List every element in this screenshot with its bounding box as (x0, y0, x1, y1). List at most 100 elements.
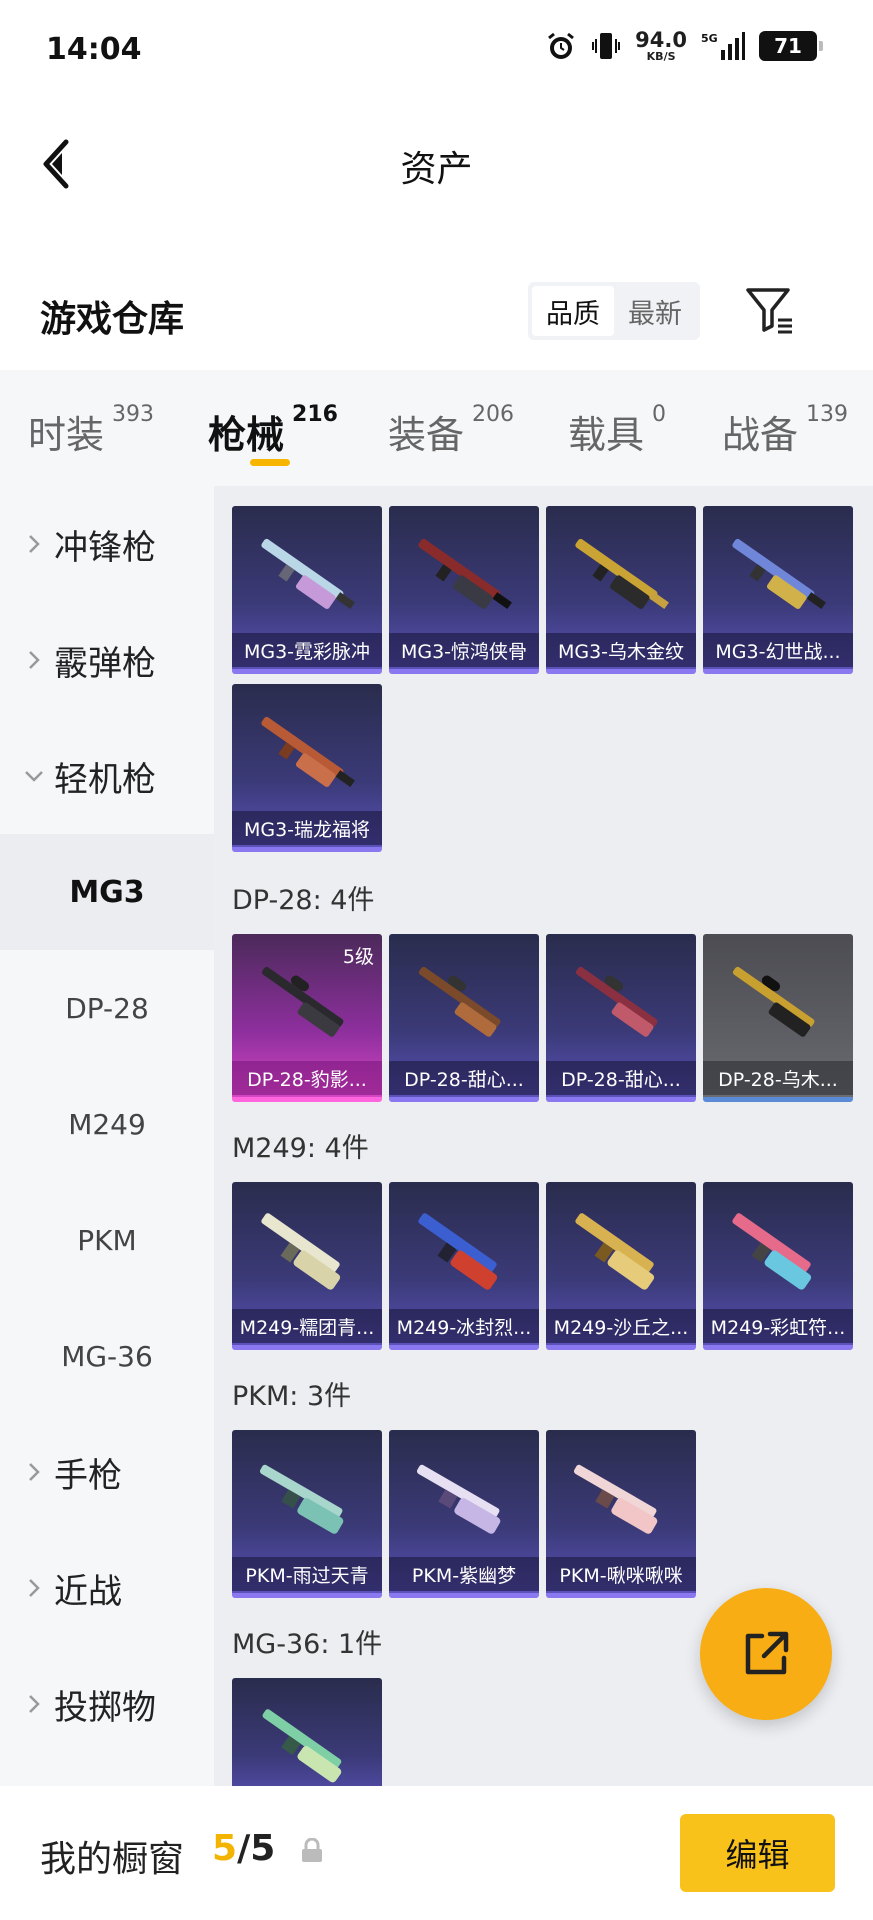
section-header-m249: M249: 4件 (232, 1133, 369, 1164)
net-speed-unit: KB/S (646, 50, 676, 63)
showcase-max: 5 (250, 1828, 276, 1869)
weapon-skin-image (418, 538, 512, 610)
showcase-current: 5 (212, 1828, 238, 1869)
sidebar-item-throwables[interactable]: 投掷物 (0, 1646, 214, 1762)
sort-toggle: 品质 最新 (528, 282, 700, 340)
item-card[interactable]: DP-28-甜心... (389, 934, 539, 1102)
tab-vehicles[interactable]: 载具 0 (568, 402, 667, 459)
battery-level: 71 (774, 34, 802, 58)
category-tabs: 时装 393 枪械 216 装备 206 载具 0 战备 139 (0, 370, 873, 486)
tab-fashion[interactable]: 时装 393 (28, 402, 155, 459)
battery-icon: 71 (759, 31, 823, 61)
sidebar-item-mg36[interactable]: MG-36 (0, 1298, 214, 1414)
tab-label: 装备 (388, 413, 465, 457)
vibrate-icon (591, 30, 621, 62)
weapon-skin-image (575, 538, 669, 610)
item-card[interactable]: M249-糯团青... (232, 1182, 382, 1350)
sidebar-item-shotgun[interactable]: 霰弹枪 (0, 602, 214, 718)
sort-option-newest[interactable]: 最新 (614, 286, 696, 336)
signal-icon: 5G (701, 30, 745, 62)
tab-count: 139 (806, 402, 849, 427)
sidebar-item-pkm[interactable]: PKM (0, 1182, 214, 1298)
item-card[interactable]: DP-28-乌木... (703, 934, 853, 1102)
sidebar-item-label: 轻机枪 (54, 759, 156, 800)
edit-button[interactable]: 编辑 (680, 1814, 835, 1892)
chevron-right-icon (20, 649, 48, 671)
tab-count: 393 (112, 402, 155, 427)
tab-label: 载具 (568, 413, 645, 457)
sort-option-quality[interactable]: 品质 (532, 286, 614, 336)
showcase-label: 我的橱窗 (40, 1839, 185, 1880)
item-card[interactable]: MG3-乌木金纹 (546, 506, 696, 674)
status-icons: 94.0 KB/S 5G 71 (545, 28, 823, 63)
item-card[interactable]: M249-彩虹符... (703, 1182, 853, 1350)
item-card[interactable] (232, 1678, 382, 1786)
weapon-skin-image (575, 1213, 655, 1290)
sidebar-item-pistol[interactable]: 手枪 (0, 1414, 214, 1530)
sidebar-item-melee[interactable]: 近战 (0, 1530, 214, 1646)
item-name: PKM-雨过天青 (232, 1557, 382, 1591)
weapon-skin-image (261, 1213, 341, 1290)
net-speed-value: 94.0 (635, 28, 687, 52)
item-card[interactable]: PKM-紫幽梦 (389, 1430, 539, 1598)
weapon-skin-image (418, 1213, 498, 1290)
item-name: M249-彩虹符... (703, 1309, 853, 1343)
share-icon (745, 1631, 789, 1675)
item-card[interactable]: M249-冰封烈... (389, 1182, 539, 1350)
item-name: MG3-霓彩脉冲 (232, 633, 382, 667)
item-card[interactable]: MG3-瑞龙福将 (232, 684, 382, 852)
tab-equipment[interactable]: 装备 206 (388, 402, 515, 459)
page-title: 资产 (400, 149, 473, 190)
status-bar: 14:04 94.0 KB/S 5G 71 (0, 0, 873, 100)
item-card[interactable]: MG3-惊鸿侠骨 (389, 506, 539, 674)
tab-count: 206 (472, 402, 515, 427)
item-name: MG3-幻世战... (703, 633, 853, 667)
weapon-skin-image (262, 1709, 342, 1783)
svg-text:5G: 5G (701, 32, 718, 45)
sidebar-item-m249[interactable]: M249 (0, 1066, 214, 1182)
sidebar-item-lmg[interactable]: 轻机枪 (0, 718, 214, 834)
item-card[interactable]: MG3-霓彩脉冲 (232, 506, 382, 674)
tab-guns[interactable]: 枪械 216 (208, 402, 338, 459)
weapon-skin-image (575, 966, 658, 1037)
weapon-skin-image (573, 1464, 658, 1534)
item-name: DP-28-甜心... (546, 1061, 696, 1095)
share-fab-button[interactable] (700, 1588, 832, 1720)
item-name: MG3-惊鸿侠骨 (389, 633, 539, 667)
weapon-skin-image (261, 716, 355, 788)
sidebar-item-dp28[interactable]: DP-28 (0, 950, 214, 1066)
item-name: DP-28-乌木... (703, 1061, 853, 1095)
chevron-right-icon (20, 533, 48, 555)
filter-button[interactable] (744, 284, 796, 336)
item-card[interactable]: DP-28-甜心... (546, 934, 696, 1102)
weapon-skin-image (418, 966, 501, 1037)
weapon-skin-image (259, 1464, 344, 1534)
tab-label: 时装 (28, 413, 105, 457)
sidebar-item-mg3[interactable]: MG3 (0, 834, 214, 950)
top-nav: 资产 (0, 110, 873, 220)
lock-icon (302, 1838, 322, 1862)
sidebar-item-label: 投掷物 (54, 1687, 156, 1728)
weapon-skin-image (416, 1464, 501, 1534)
showcase-count: 5/5 (212, 1828, 275, 1869)
sidebar-item-smg[interactable]: 冲锋枪 (0, 486, 214, 602)
section-header-mg36: MG-36: 1件 (232, 1629, 383, 1660)
item-name: M249-沙丘之... (546, 1309, 696, 1343)
item-name: MG3-乌木金纹 (546, 633, 696, 667)
item-card[interactable]: PKM-雨过天青 (232, 1430, 382, 1598)
filter-icon (746, 288, 792, 334)
sidebar-item-label: 手枪 (54, 1455, 122, 1496)
warehouse-title: 游戏仓库 (40, 299, 185, 340)
item-card[interactable]: MG3-幻世战... (703, 506, 853, 674)
item-card[interactable]: PKM-啾咪啾咪 (546, 1430, 696, 1598)
showcase-bar: 我的橱窗 5/5 编辑 (0, 1786, 873, 1920)
tab-supplies[interactable]: 战备 139 (722, 402, 849, 459)
weapon-skin-image (261, 538, 355, 610)
item-card[interactable]: M249-沙丘之... (546, 1182, 696, 1350)
item-card[interactable]: 5级 DP-28-豹影... (232, 934, 382, 1102)
sidebar-item-label: 霰弹枪 (54, 643, 156, 684)
sidebar-item-label: 冲锋枪 (54, 527, 156, 568)
status-time: 14:04 (46, 32, 142, 67)
warehouse-header: 游戏仓库 品质 最新 (0, 270, 873, 360)
tab-count: 0 (652, 402, 667, 427)
